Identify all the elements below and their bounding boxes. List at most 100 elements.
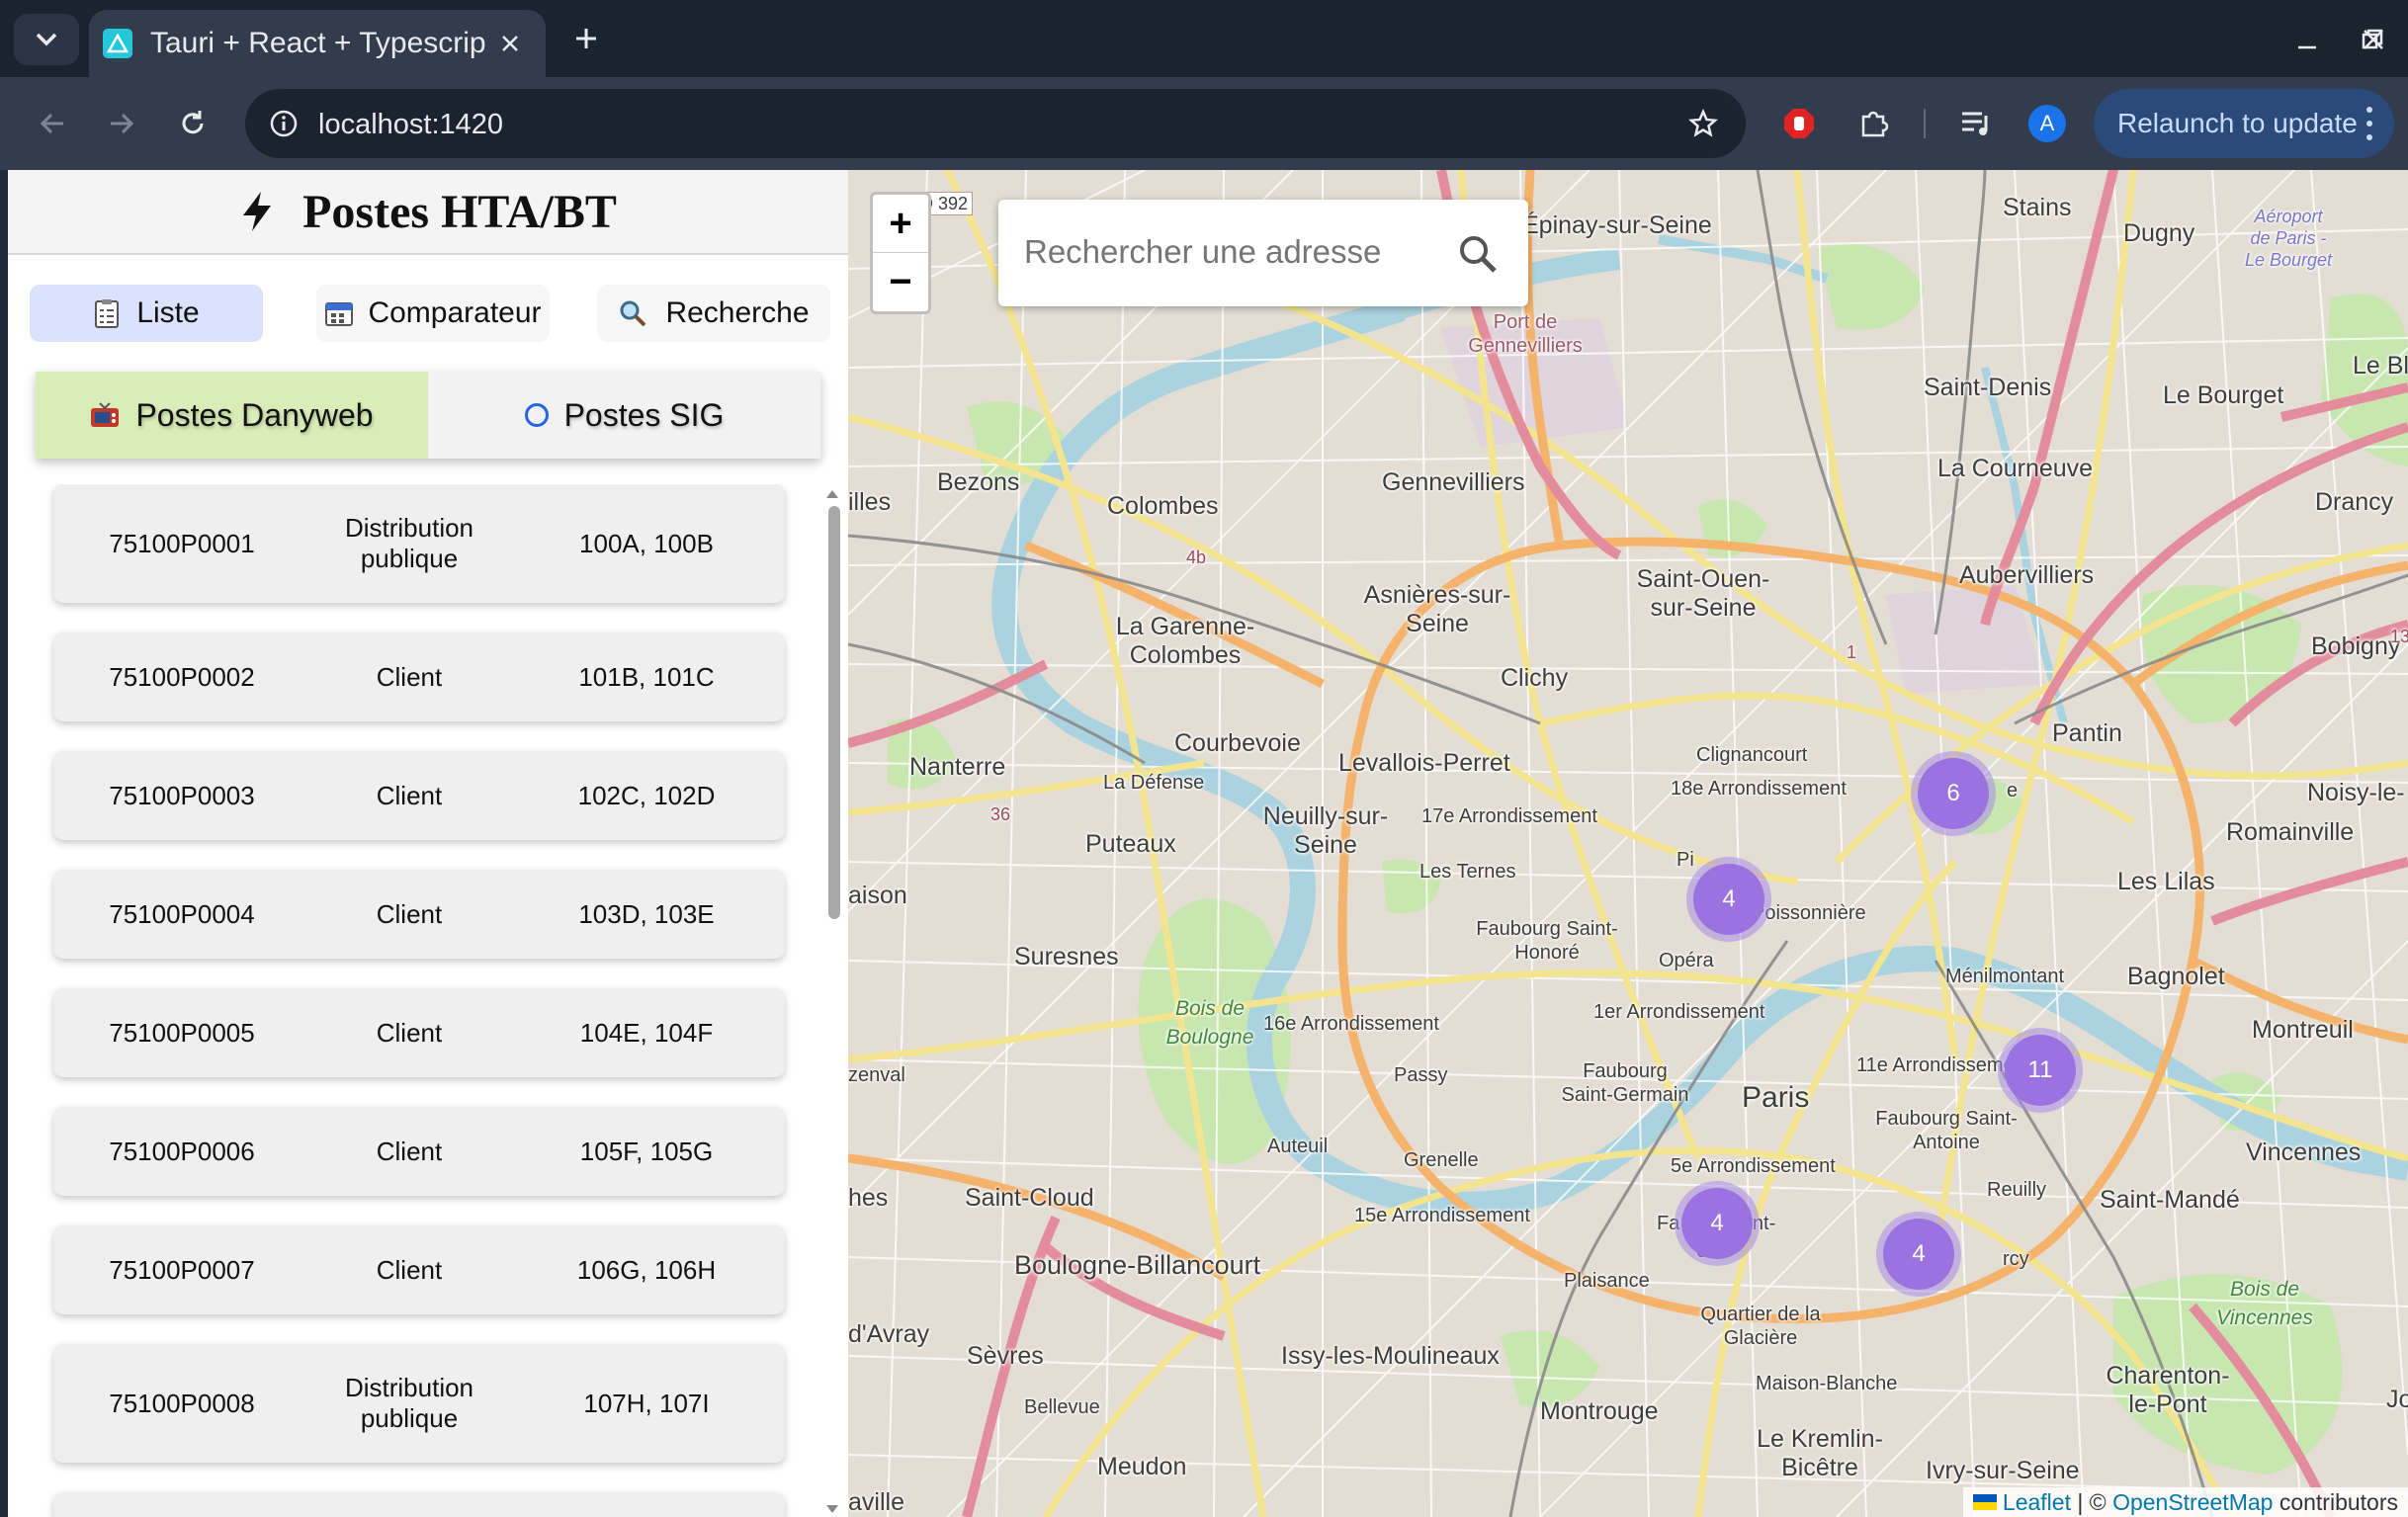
map-view[interactable]: Épinay-sur-Seine Stains Dugny Aéroport d… (848, 170, 2408, 1517)
site-info-icon[interactable] (263, 103, 304, 144)
address-bar[interactable]: localhost:1420 (245, 89, 1746, 158)
poste-type: Client (310, 1255, 508, 1286)
poste-id: 75100P0003 (109, 780, 255, 810)
poste-card[interactable]: 75100P0001 Distribution publique 100A, 100B (53, 484, 785, 603)
extensions-puzzle-icon[interactable] (1851, 101, 1897, 146)
map-label: aison (848, 882, 907, 909)
cluster-count: 4 (1883, 1219, 1954, 1290)
poste-type-line: Client (376, 780, 443, 810)
poste-card[interactable]: 75100P0004 Client 103D, 103E (53, 870, 785, 959)
map-label: Neuilly-sur-Seine (1262, 802, 1389, 859)
media-controls-icon[interactable] (1953, 101, 1999, 146)
map-label: Saint-Denis (1924, 374, 2052, 401)
map-label: Port de Gennevilliers (1468, 311, 1583, 357)
zoom-out-button[interactable]: − (873, 253, 928, 311)
poste-card[interactable]: 75100P0003 Client 102C, 102D (53, 751, 785, 840)
map-label: Aéroport de Paris - Le Bourget (2244, 207, 2333, 270)
adblock-extension-icon[interactable] (1776, 101, 1822, 146)
map-label: Paris (1742, 1081, 1810, 1114)
openstreetmap-link[interactable]: OpenStreetMap (2112, 1489, 2273, 1516)
plus-icon (576, 29, 596, 48)
map-label: d'Avray (848, 1320, 930, 1348)
browser-tab[interactable]: Tauri + React + Typescript (89, 10, 546, 77)
map-label: Saint-Ouen-sur-Seine (1636, 565, 1770, 622)
map-label: Bezons (937, 468, 1020, 496)
tab-comparateur-label: Comparateur (368, 296, 542, 329)
tab-search-button[interactable] (14, 14, 79, 65)
postes-list: 75100P0001 Distribution publique 100A, 100B… (8, 484, 848, 1517)
close-tab-icon[interactable] (492, 26, 528, 61)
poste-type-line: publique (360, 544, 459, 573)
more-vertical-icon[interactable] (2363, 107, 2376, 140)
zoom-in-button[interactable]: + (873, 195, 928, 253)
tab-recherche-label: Recherche (665, 296, 810, 329)
poste-circuits: 101B, 101C (578, 661, 715, 692)
map-label: Vincennes (2246, 1138, 2362, 1166)
map-attribution: Leaflet | © OpenStreetMap contributors (1962, 1487, 2408, 1517)
reload-button[interactable] (170, 101, 215, 146)
poste-card[interactable]: 75100P0008 Distribution publique 107H, 107I (53, 1344, 785, 1463)
scroll-thumb[interactable] (828, 506, 840, 919)
map-label: zenval (848, 1064, 905, 1086)
poste-id: 75100P0004 (109, 898, 255, 929)
marker-cluster[interactable]: 4 (1686, 857, 1771, 942)
search-icon[interactable] (1457, 233, 1499, 275)
tab-liste-label: Liste (136, 296, 200, 329)
marker-cluster[interactable]: 4 (1876, 1212, 1961, 1297)
map-label: Ivry-sur-Seine (1926, 1457, 2080, 1484)
map-label: Reuilly (1987, 1179, 2047, 1201)
poste-card[interactable] (53, 1492, 785, 1517)
map-label: Suresnes (1014, 943, 1119, 970)
relaunch-to-update-button[interactable]: Relaunch to update (2094, 89, 2394, 158)
attribution-suffix: contributors (2273, 1488, 2398, 1515)
browser-toolbar: localhost:1420 A Relaunch to update (0, 77, 2408, 170)
bookmark-star-icon[interactable] (1682, 103, 1724, 144)
map-label: Asnières-sur-Seine (1363, 581, 1511, 637)
map-label: 18e Arrondissement (1671, 778, 1847, 800)
tab-comparateur[interactable]: Comparateur (316, 285, 550, 342)
address-search-box[interactable]: Rechercher une adresse (998, 200, 1528, 306)
poste-id: 75100P0008 (109, 1388, 255, 1418)
scroll-down-arrow-icon[interactable] (826, 1505, 838, 1513)
poste-card[interactable]: 75100P0007 Client 106G, 106H (53, 1225, 785, 1314)
map-label: Auteuil (1267, 1136, 1329, 1157)
profile-avatar[interactable]: A (2028, 105, 2066, 142)
map-label: Le Bl (2353, 352, 2408, 379)
back-button[interactable] (30, 101, 75, 146)
marker-cluster[interactable]: 11 (1998, 1028, 2083, 1113)
map-label: Clichy (1501, 664, 1569, 692)
new-tab-button[interactable] (565, 18, 607, 59)
forward-button[interactable] (99, 101, 144, 146)
map-label: rcy (2003, 1248, 2029, 1270)
map-label: Pi (1677, 849, 1694, 871)
marker-cluster[interactable]: 6 (1911, 751, 1996, 836)
minimize-window-button[interactable] (2287, 20, 2327, 59)
map-label: Courbevoie (1174, 729, 1301, 757)
close-window-button[interactable] (2354, 20, 2393, 59)
leaflet-link[interactable]: Leaflet (2003, 1489, 2071, 1516)
app-header: Postes HTA/BT (8, 170, 848, 255)
list-scrollbar[interactable] (822, 484, 842, 1517)
poste-card[interactable]: 75100P0006 Client 105F, 105G (53, 1107, 785, 1196)
marker-cluster[interactable]: 4 (1675, 1181, 1760, 1266)
tab-liste[interactable]: Liste (30, 285, 263, 342)
route-label: 4b (1186, 548, 1207, 567)
arrow-right-icon (111, 113, 134, 134)
poste-id: 75100P0001 (109, 528, 255, 558)
poste-card[interactable]: 75100P0005 Client 104E, 104F (53, 988, 785, 1077)
poste-type: Client (310, 781, 508, 811)
tab-recherche[interactable]: Recherche (597, 285, 830, 342)
scroll-up-arrow-icon[interactable] (826, 490, 838, 498)
map-label: Colombes (1107, 492, 1219, 520)
address-search-input[interactable]: Rechercher une adresse (1024, 233, 1381, 271)
map-label: 15e Arrondissement (1354, 1205, 1530, 1226)
poste-type-line: publique (360, 1403, 459, 1433)
map-label: Le Bourget (2163, 381, 2284, 409)
relaunch-label: Relaunch to update (2117, 108, 2358, 138)
postes-sig-button[interactable]: Postes SIG (428, 372, 820, 459)
app-title: Postes HTA/BT (302, 185, 617, 238)
map-label: Dugny (2123, 219, 2195, 247)
postes-danyweb-button[interactable]: Postes Danyweb (36, 372, 428, 459)
map-label: Plaisance (1564, 1270, 1650, 1292)
poste-card[interactable]: 75100P0002 Client 101B, 101C (53, 632, 785, 721)
